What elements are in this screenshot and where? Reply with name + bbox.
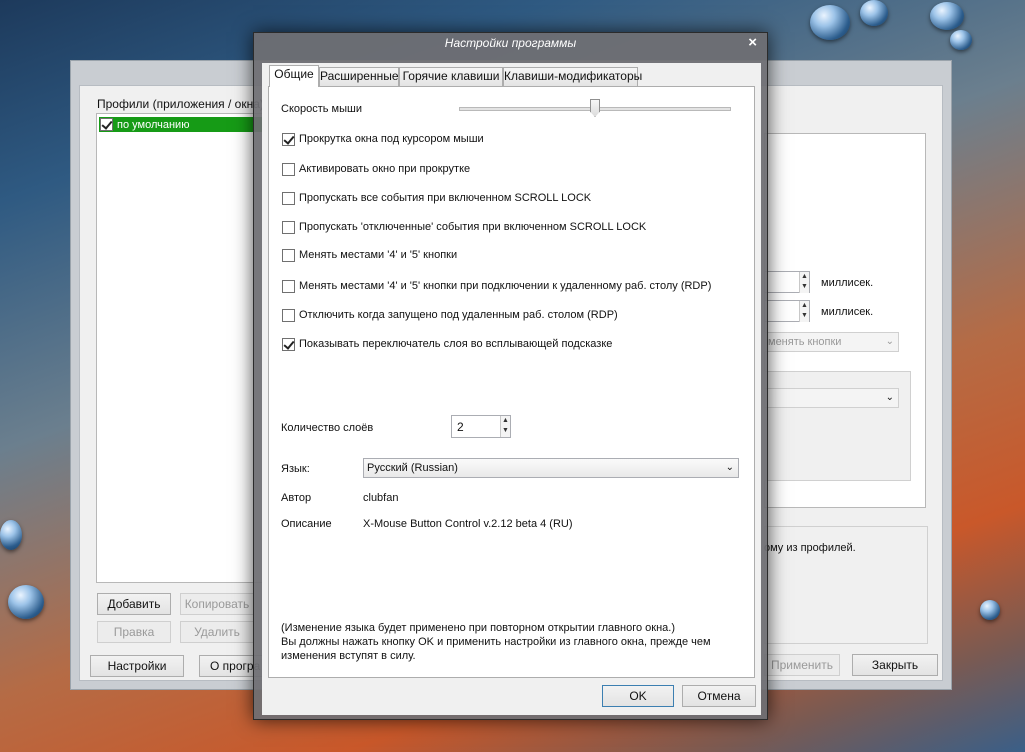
checkbox[interactable]: [282, 220, 295, 234]
profile-checkbox[interactable]: [100, 118, 113, 131]
checkbox[interactable]: [282, 337, 295, 351]
option-show-layer-tooltip[interactable]: Показывать переключатель слоя во всплыва…: [282, 336, 612, 352]
cancel-button[interactable]: Отмена: [682, 685, 756, 707]
slider-thumb[interactable]: [590, 99, 600, 117]
dialog-body: Общие Расширенные Горячие клавиши Клавиш…: [262, 63, 761, 715]
swap-buttons-value: менять кнопки: [768, 336, 842, 348]
layer-select[interactable]: ⌄: [764, 388, 899, 408]
checkbox[interactable]: [282, 279, 295, 293]
water-drop: [930, 2, 964, 30]
checkbox[interactable]: [282, 308, 295, 322]
delete-profile-button[interactable]: Удалить: [180, 621, 254, 643]
checkbox[interactable]: [282, 248, 295, 262]
option-swap-4-5-rdp[interactable]: Менять местами '4' и '5' кнопки при подк…: [282, 278, 711, 294]
profile-info-text: ому из профилей.: [764, 542, 856, 554]
description-value: X-Mouse Button Control v.2.12 beta 4 (RU…: [363, 518, 573, 530]
option-label: Пропускать все события при включенном SC…: [299, 192, 592, 204]
chevron-down-icon: ⌄: [885, 336, 894, 347]
profile-item-label: по умолчанию: [117, 118, 190, 131]
delay-spinner-2[interactable]: ▲ ▼: [764, 300, 810, 322]
edit-profile-button[interactable]: Правка: [97, 621, 171, 643]
ms-label-1: миллисек.: [821, 277, 874, 289]
chevron-down-icon: ⌄: [885, 392, 894, 403]
spinner-arrows[interactable]: ▲ ▼: [799, 272, 809, 293]
layers-count-spinner[interactable]: 2 ▲ ▼: [451, 415, 511, 438]
language-label: Язык:: [281, 463, 310, 475]
spinner-arrows[interactable]: ▲ ▼: [799, 301, 809, 322]
tab-modifier-keys[interactable]: Клавиши-модификаторы: [503, 67, 642, 86]
tab-page-general: Скорость мыши Прокрутка окна под курсоро…: [268, 86, 755, 678]
option-activate-on-scroll[interactable]: Активировать окно при прокрутке: [282, 161, 470, 177]
water-drop: [8, 585, 44, 619]
ms-label-2: миллисек.: [821, 306, 874, 318]
author-value: clubfan: [363, 492, 399, 504]
option-skip-disabled-scroll-lock[interactable]: Пропускать 'отключенные' события при вкл…: [282, 219, 646, 235]
layers-count-value: 2: [457, 420, 464, 434]
delay-spinner-1[interactable]: ▲ ▼: [764, 271, 810, 293]
settings-button[interactable]: Настройки: [90, 655, 184, 677]
language-select[interactable]: Русский (Russian) ⌄: [363, 458, 739, 478]
profiles-label: Профили (приложения / окна): [97, 97, 264, 111]
tab-general[interactable]: Общие: [269, 65, 319, 87]
description-label: Описание: [281, 518, 332, 530]
water-drop: [810, 5, 850, 40]
tab-advanced[interactable]: Расширенные: [319, 67, 399, 86]
chevron-down-icon: ⌄: [725, 462, 734, 473]
add-profile-button[interactable]: Добавить: [97, 593, 171, 615]
dialog-title: Настройки программы: [444, 36, 577, 50]
checkbox[interactable]: [282, 132, 295, 146]
mouse-speed-slider[interactable]: [459, 99, 731, 119]
layers-count-label: Количество слоёв: [281, 422, 374, 434]
swap-buttons-select[interactable]: менять кнопки ⌄: [764, 332, 899, 352]
option-label: Показывать переключатель слоя во всплыва…: [299, 338, 613, 350]
ok-button[interactable]: OK: [602, 685, 674, 707]
close-icon[interactable]: ×: [748, 34, 757, 51]
option-label: Активировать окно при прокрутке: [299, 163, 471, 175]
tab-hotkeys[interactable]: Горячие клавиши: [399, 67, 503, 86]
spinner-arrows[interactable]: ▲ ▼: [500, 416, 510, 437]
water-drop: [980, 600, 1000, 620]
note-line-3: изменения вступят в силу.: [281, 650, 416, 662]
option-swap-4-5[interactable]: Менять местами '4' и '5' кнопки: [282, 247, 457, 263]
option-label: Менять местами '4' и '5' кнопки: [299, 249, 458, 261]
close-button[interactable]: Закрыть: [852, 654, 938, 676]
water-drop: [860, 0, 888, 26]
author-label: Автор: [281, 492, 312, 504]
note-line-1: (Изменение языка будет применено при пов…: [281, 622, 675, 634]
mouse-speed-label: Скорость мыши: [281, 103, 362, 115]
option-skip-all-scroll-lock[interactable]: Пропускать все события при включенном SC…: [282, 190, 591, 206]
checkbox[interactable]: [282, 191, 295, 205]
option-label: Отключить когда запущено под удаленным р…: [299, 309, 618, 321]
option-label: Менять местами '4' и '5' кнопки при подк…: [299, 280, 712, 292]
settings-dialog: Настройки программы × Общие Расширенные …: [253, 32, 768, 720]
note-line-2: Вы должны нажать кнопку OK и применить н…: [281, 636, 711, 648]
option-disable-under-rdp[interactable]: Отключить когда запущено под удаленным р…: [282, 307, 618, 323]
profiles-list[interactable]: по умолчанию: [96, 113, 266, 583]
checkbox[interactable]: [282, 162, 295, 176]
water-drop: [0, 520, 22, 550]
water-drop: [950, 30, 972, 50]
apply-button[interactable]: Применить: [764, 654, 840, 676]
option-scroll-under-cursor[interactable]: Прокрутка окна под курсором мыши: [282, 131, 484, 147]
option-label: Прокрутка окна под курсором мыши: [299, 133, 484, 145]
language-value: Русский (Russian): [367, 462, 458, 474]
profile-item-default[interactable]: по умолчанию: [99, 117, 265, 132]
option-label: Пропускать 'отключенные' события при вкл…: [299, 221, 647, 233]
copy-profile-button[interactable]: Копировать: [180, 593, 254, 615]
